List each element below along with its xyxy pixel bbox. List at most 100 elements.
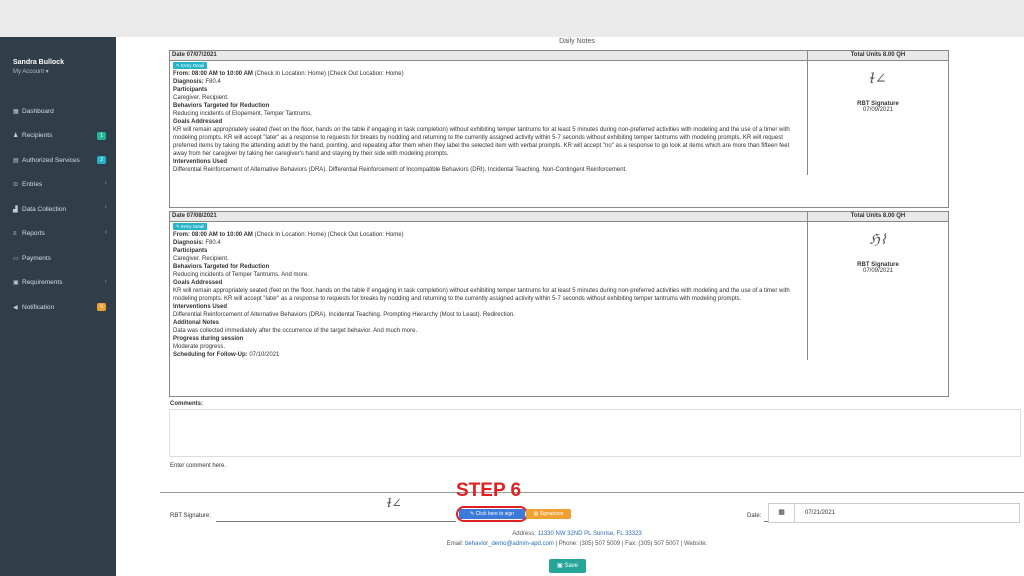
- sidebar-item-label: Data Collection: [22, 205, 67, 213]
- signature-image: ℌ⌇: [869, 232, 887, 248]
- note-heading: Participants: [173, 87, 208, 93]
- sidebar-item-authorized-services[interactable]: ▤ Authorized Services 2: [0, 148, 116, 173]
- entry-date: Date 07/07/2021: [170, 51, 808, 60]
- sidebar-item-payments[interactable]: ▭ Payments: [0, 246, 116, 271]
- sidebar-item-label: Dashboard: [22, 107, 54, 115]
- entry-details: ✎ Entry Detail From: 08:00 AM to 10:00 AM…: [170, 222, 808, 360]
- my-account-link[interactable]: My Account ▾: [13, 68, 116, 75]
- user-name: Sandra Bullock: [13, 59, 64, 66]
- note-heading: Behaviors Targeted for Reduction: [173, 264, 270, 270]
- sidebar-item-label: Recipients: [22, 132, 53, 140]
- note-text: Differential Reinforcement of Alternativ…: [173, 167, 627, 173]
- requirements-icon: ▣: [13, 280, 19, 287]
- entry-detail-label: Entry Detail: [181, 224, 205, 229]
- signature-image: ɫ∠: [387, 496, 402, 510]
- date-value: 07/21/2021: [805, 510, 836, 516]
- note-text: Caregiver. Recipient.: [173, 256, 229, 262]
- data-collection-icon: ▟: [13, 206, 18, 213]
- note-line: KR will remain appropriately seated (fee…: [173, 287, 804, 303]
- comments-input[interactable]: [169, 409, 1021, 457]
- save-button[interactable]: ▣ Save: [549, 559, 586, 573]
- signature-date: 07/09/2021: [862, 107, 894, 113]
- sidebar-menu: ▦ Dashboard ♟ Recipients 1 ▤ Authorized Servic…: [0, 99, 116, 320]
- sidebar-item-recipients[interactable]: ♟ Recipients 1: [0, 124, 116, 149]
- note-line: Caregiver. Recipient.: [173, 94, 804, 102]
- entry-detail-button[interactable]: ✎ Entry Detail: [173, 62, 208, 69]
- entries-icon: ⊙: [13, 182, 19, 189]
- note-line: Behaviors Targeted for Reduction: [173, 263, 804, 271]
- signature-image: ɫ∠: [869, 71, 887, 87]
- email-label: Email:: [446, 541, 464, 547]
- contact-line: Email: behavior_demo@admin-apd.com | Pho…: [130, 539, 1024, 549]
- footer-contact: Address: 11330 NW 32ND PL Sunrise, FL 33…: [130, 529, 1024, 549]
- note-heading: Goals Addressed: [173, 280, 223, 286]
- comments-label: Comments:: [170, 401, 204, 407]
- entry-total-units: Total Units 8.00 QH: [850, 52, 906, 58]
- address-link[interactable]: 11330 NW 32ND PL Sunrise, FL 33323: [538, 531, 642, 537]
- signatures-button-label: Signatures: [539, 511, 564, 517]
- divider: [160, 492, 1024, 493]
- signatures-button[interactable]: ▤ Signatures: [526, 509, 571, 519]
- click-to-sign-button[interactable]: ✎ Click here to sign: [459, 509, 525, 519]
- save-button-label: Save: [564, 563, 579, 569]
- address-label: Address:: [512, 531, 536, 537]
- note-line: Reducing incidents of Elopement, Temper …: [173, 110, 804, 118]
- main-content: Daily Notes Date 07/07/2021 Total Units 8…: [130, 37, 1024, 576]
- note-heading: Interventions Used: [173, 304, 228, 310]
- reports-icon: ≡: [13, 230, 17, 237]
- note-line: Participants: [173, 247, 804, 255]
- step-annotation: STEP 6: [456, 480, 522, 501]
- entry-detail-button[interactable]: ✎ Entry Detail: [173, 223, 208, 230]
- note-heading: Interventions Used: [173, 159, 228, 165]
- sidebar-item-dashboard[interactable]: ▦ Dashboard: [0, 99, 116, 124]
- note-text: KR will remain appropriately seated (fee…: [173, 127, 790, 157]
- entry-details: ✎ Entry Detail From: 08:00 AM to 10:00 AM…: [170, 61, 808, 175]
- sidebar-item-label: Authorized Services: [22, 156, 80, 164]
- note-heading: From: 08:00 AM to 10:00 AM: [173, 71, 253, 77]
- rbt-signature-label: RBT Signature:: [170, 513, 211, 519]
- sidebar-item-entries[interactable]: ⊙ Entries ‹: [0, 173, 116, 198]
- note-line: KR will remain appropriately seated (fee…: [173, 126, 804, 158]
- authorized-services-icon: ▤: [13, 157, 19, 164]
- note-line: Scheduling for Follow-Up: 07/10/2021: [173, 351, 804, 359]
- note-text: Differential Reinforcement of Alternativ…: [173, 312, 515, 318]
- calendar-icon[interactable]: ▦: [769, 504, 795, 522]
- note-line: Data was collected immediately after the…: [173, 327, 804, 335]
- sidebar-item-notification[interactable]: ◀ Notification 0: [0, 295, 116, 320]
- address-line: Address: 11330 NW 32ND PL Sunrise, FL 33…: [130, 529, 1024, 539]
- note-heading: Progress during session: [173, 336, 244, 342]
- note-text: F80.4: [203, 79, 221, 85]
- sidebar-item-requirements[interactable]: ▣ Requirements ‹: [0, 271, 116, 296]
- user-panel: Sandra Bullock My Account ▾: [0, 37, 116, 75]
- comments-hint: Enter comment here.: [170, 463, 227, 469]
- note-text: Caregiver. Recipient.: [173, 95, 229, 101]
- note-heading: Scheduling for Follow-Up:: [173, 352, 248, 358]
- sidebar-item-data-collection[interactable]: ▟ Data Collection ‹: [0, 197, 116, 222]
- entry-detail-label: Entry Detail: [181, 63, 205, 68]
- entry-date: Date 07/08/2021: [170, 212, 808, 221]
- note-line: From: 08:00 AM to 10:00 AM (Check In Loc…: [173, 231, 804, 239]
- email-link[interactable]: behavior_demo@admin-apd.com: [465, 541, 554, 547]
- recipients-icon: ♟: [13, 133, 19, 140]
- note-line: Reducing incidents of Temper Tantrums. A…: [173, 271, 804, 279]
- browser-top-bar: [0, 0, 1024, 37]
- note-line: Additonal Notes: [173, 319, 804, 327]
- note-text: (Check In Location: Home) (Check Out Loc…: [252, 232, 404, 238]
- note-line: Interventions Used: [173, 303, 804, 311]
- sidebar-item-label: Reports: [22, 230, 45, 238]
- notification-icon: ◀: [13, 304, 18, 311]
- daily-note-entry: Date 07/08/2021 Total Units 8.00 QH ✎ Entr…: [169, 211, 949, 397]
- note-line: From: 08:00 AM to 10:00 AM (Check In Loc…: [173, 70, 804, 78]
- entry-signature: ɫ∠ RBT Signature 07/09/2021: [808, 61, 948, 175]
- sidebar-item-label: Payments: [22, 254, 51, 262]
- entry-signature: ℌ⌇ RBT Signature 07/09/2021: [808, 222, 948, 360]
- count-badge: 2: [97, 156, 106, 164]
- daily-note-entry: Date 07/07/2021 Total Units 8.00 QH ✎ Entr…: [169, 50, 949, 208]
- note-text: Reducing incidents of Temper Tantrums. A…: [173, 272, 309, 278]
- date-label: Date:: [747, 513, 762, 519]
- page-title: Daily Notes: [559, 38, 595, 45]
- date-input[interactable]: ▦ 07/21/2021: [768, 503, 1020, 523]
- chevron-left-icon: ‹: [104, 228, 107, 236]
- sidebar-item-reports[interactable]: ≡ Reports ‹: [0, 222, 116, 247]
- entry-total-units: Total Units 8.00 QH: [850, 213, 906, 219]
